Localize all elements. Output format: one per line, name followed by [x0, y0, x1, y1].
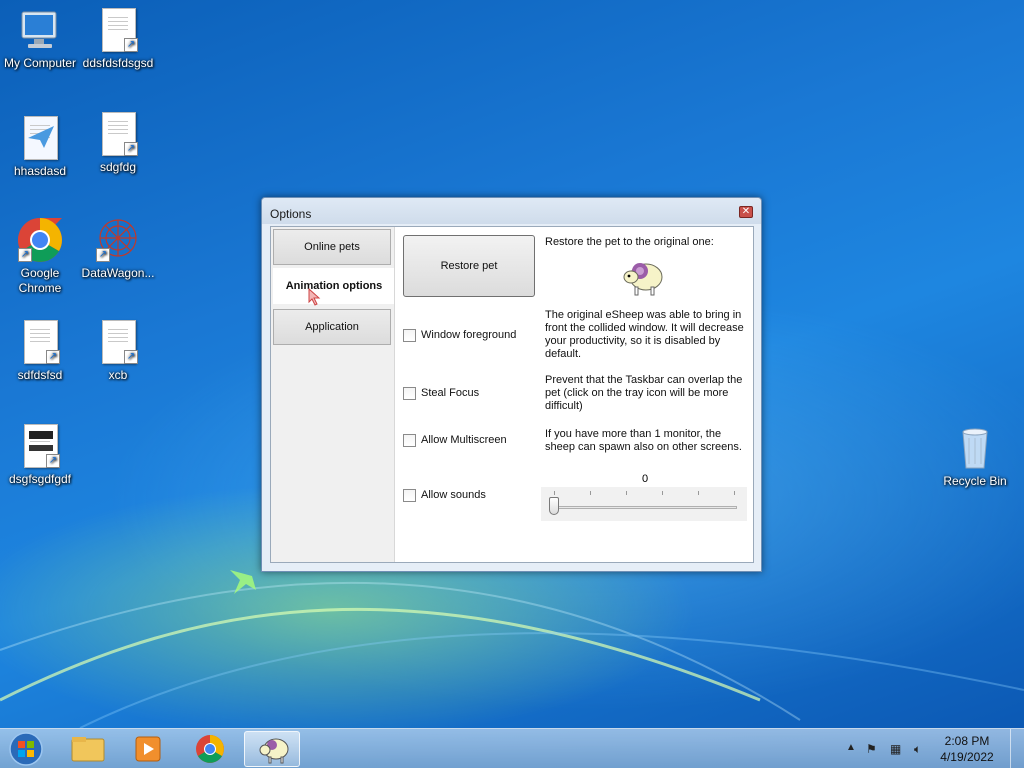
options-window: Options ✕ Online pets Animation options … — [261, 197, 762, 572]
window-foreground-checkbox[interactable] — [403, 329, 416, 342]
folder-icon — [71, 737, 105, 762]
desktop-icon-label: Recycle Bin — [943, 474, 1007, 488]
desktop-icon-dsgfsgdfgdf[interactable]: ↗ dsgfsgdfgdf — [0, 422, 80, 487]
slider-tick — [626, 491, 627, 495]
sheep-icon — [259, 738, 289, 764]
media-player-icon — [135, 736, 161, 762]
shortcut-arrow-icon: ↗ — [124, 142, 138, 156]
document-icon: ↗ — [94, 110, 142, 158]
taskbar-clock[interactable]: 2:08 PM 4/19/2022 — [932, 733, 1002, 765]
recycle-bin-icon — [951, 424, 999, 472]
document-icon: ↗ — [16, 318, 64, 366]
volume-value: 0 — [641, 473, 649, 485]
allow-sounds-label: Allow sounds — [421, 489, 486, 501]
shortcut-arrow-icon: ↗ — [46, 454, 60, 468]
clock-time: 2:08 PM — [944, 734, 990, 748]
taskbar-chrome-button[interactable] — [182, 731, 238, 767]
slider-tick — [554, 491, 555, 495]
tab-animation-options[interactable]: Animation options — [273, 268, 395, 304]
document-icon: ↗ — [94, 318, 142, 366]
desktop-icon-datawagon[interactable]: ↗ DataWagon... — [78, 216, 158, 281]
desktop-icon-label: xcb — [108, 368, 128, 382]
tab-strip: Online pets Animation options Applicatio… — [271, 227, 395, 562]
window-client-area: Online pets Animation options Applicatio… — [270, 226, 754, 563]
desktop-icon-label: My Computer — [3, 56, 77, 70]
desktop-icon-label: Google Chrome — [18, 266, 62, 295]
datawagon-icon: ↗ — [94, 216, 142, 264]
start-button[interactable] — [6, 731, 46, 767]
steal-focus-checkbox[interactable] — [403, 387, 416, 400]
window-foreground-description: The original eSheep was able to bring in… — [545, 309, 744, 360]
steal-focus-description: Prevent that the Taskbar can overlap the… — [545, 374, 743, 412]
network-icon[interactable]: ▦ — [890, 742, 901, 756]
shortcut-arrow-icon: ↗ — [124, 350, 138, 364]
volume-icon[interactable]: 🔈︎ — [914, 742, 921, 757]
chrome-icon — [196, 735, 224, 763]
restore-pet-button[interactable]: Restore pet — [403, 235, 535, 297]
slider-tick — [698, 491, 699, 495]
close-icon: ✕ — [741, 206, 751, 217]
animation-options-panel: Restore pet Restore the pet to the origi… — [394, 227, 753, 562]
system-tray: ▲ ⚑ ▦ 🔈︎ 2:08 PM 4/19/2022 — [840, 729, 1024, 768]
document-icon: ↗ — [94, 6, 142, 54]
taskbar-media-player-button[interactable] — [120, 731, 176, 767]
allow-multiscreen-label: Allow Multiscreen — [421, 434, 507, 446]
clock-date: 4/19/2022 — [940, 750, 994, 764]
slider-tick — [662, 491, 663, 495]
windows-logo-icon — [9, 732, 43, 766]
tab-application[interactable]: Application — [273, 309, 391, 345]
desktop-icon-label: hhasdasd — [13, 164, 67, 178]
desktop-icon-my-computer[interactable]: My Computer — [0, 6, 80, 71]
shortcut-arrow-icon: ↗ — [18, 248, 32, 262]
taskbar: ▲ ⚑ ▦ 🔈︎ 2:08 PM 4/19/2022 — [0, 728, 1024, 768]
desktop-icon-ddsfdsfdsgsd[interactable]: ↗ ddsfdsfdsgsd — [78, 6, 158, 71]
restore-description: Restore the pet to the original one: — [545, 236, 714, 248]
computer-icon — [16, 6, 64, 54]
desktop-icon-recycle-bin[interactable]: Recycle Bin — [935, 424, 1015, 489]
window-title: Options — [270, 207, 312, 221]
close-button[interactable]: ✕ — [739, 206, 753, 218]
taskbar-esheep-button[interactable] — [244, 731, 300, 767]
slider-thumb[interactable] — [549, 497, 559, 515]
allow-multiscreen-checkbox[interactable] — [403, 434, 416, 447]
show-hidden-icons-icon[interactable]: ▲ — [846, 742, 856, 753]
desktop-icon-label: DataWagon... — [81, 266, 155, 280]
window-foreground-label: Window foreground — [421, 329, 517, 341]
shortcut-arrow-icon: ↗ — [96, 248, 110, 262]
slider-tick — [734, 491, 735, 495]
desktop-icon-google-chrome[interactable]: ↗ Google Chrome — [0, 216, 80, 296]
tab-online-pets[interactable]: Online pets — [273, 229, 391, 265]
desktop-icon-sdfdsfsd[interactable]: ↗ sdfdsfsd — [0, 318, 80, 383]
volume-slider[interactable] — [541, 487, 747, 521]
desktop-icon-label: ddsfdsfdsgsd — [82, 56, 154, 70]
slider-tick — [590, 491, 591, 495]
shortcut-arrow-icon: ↗ — [46, 350, 60, 364]
desktop-icon-label: dsgfsgdfgdf — [8, 472, 72, 486]
taskbar-explorer-button[interactable] — [60, 731, 116, 767]
desktop-icon-xcb[interactable]: ↗ xcb — [78, 318, 158, 383]
image-document-icon: ↗ — [16, 422, 64, 470]
allow-sounds-checkbox[interactable] — [403, 489, 416, 502]
mouse-cursor-icon — [308, 288, 321, 306]
shortcut-arrow-icon: ↗ — [124, 38, 138, 52]
allow-multiscreen-description: If you have more than 1 monitor, the she… — [545, 428, 742, 453]
show-desktop-button[interactable] — [1010, 729, 1024, 768]
chrome-icon: ↗ — [16, 216, 64, 264]
slider-track — [551, 506, 737, 509]
steal-focus-label: Steal Focus — [421, 387, 480, 399]
desktop-icon-hhasdasd[interactable]: hhasdasd — [0, 114, 80, 179]
desktop-icon-label: sdfdsfsd — [17, 368, 63, 382]
desktop-icon-label: sdgfdg — [99, 160, 137, 174]
action-center-icon[interactable]: ⚑ — [866, 742, 877, 756]
window-titlebar[interactable]: Options ✕ — [262, 198, 761, 224]
desktop-icon-sdgfdg[interactable]: ↗ sdgfdg — [78, 110, 158, 175]
sheep-icon — [619, 253, 665, 299]
paper-plane-document-icon — [16, 114, 64, 162]
